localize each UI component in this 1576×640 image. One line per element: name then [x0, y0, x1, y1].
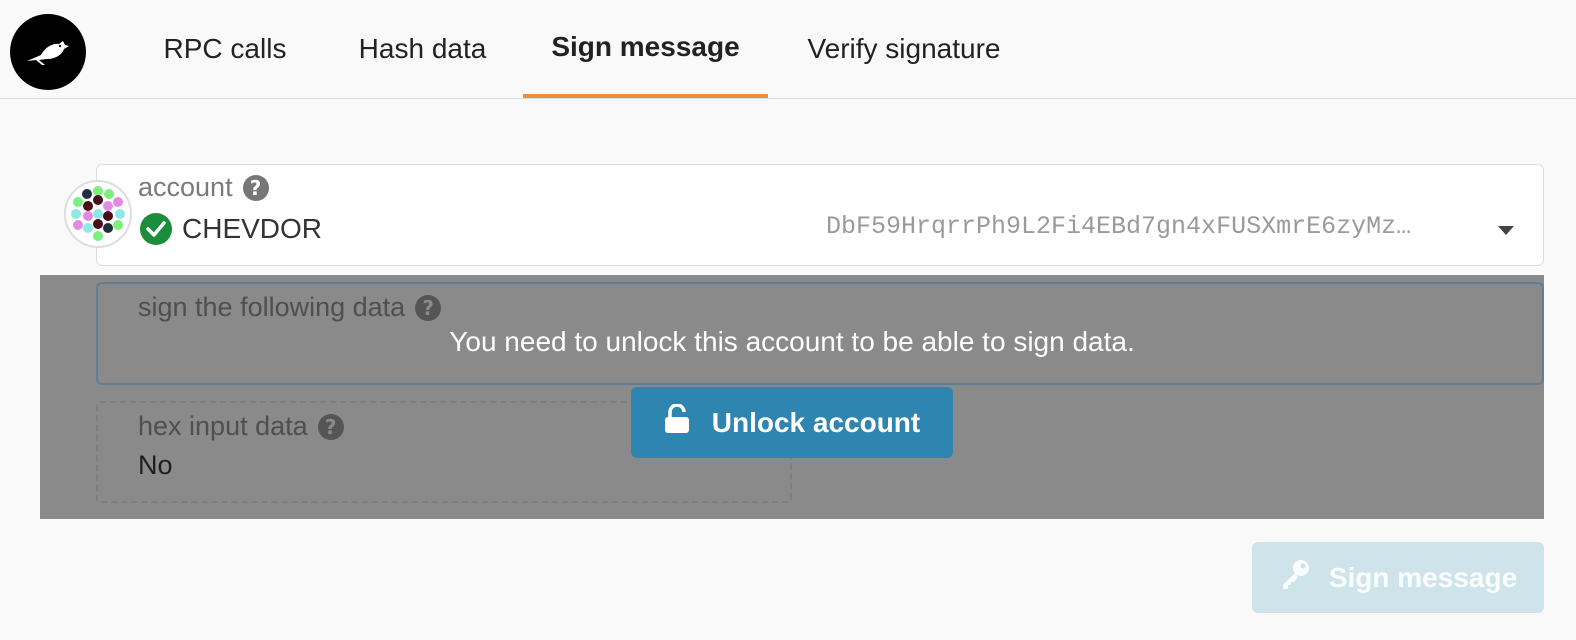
- hex-input-label-text: hex input data: [138, 411, 308, 441]
- check-circle-icon: [140, 213, 172, 245]
- question-circle-icon: ?: [317, 413, 344, 440]
- question-circle-icon: ?: [415, 294, 442, 321]
- account-label-text: account: [138, 172, 233, 202]
- sign-data-label-text: sign the following data: [138, 292, 406, 322]
- sign-data-label: sign the following data ?: [138, 292, 442, 323]
- account-name: CHEVDOR: [140, 211, 322, 247]
- hex-input-label: hex input data ?: [138, 411, 344, 442]
- tab-hash-data[interactable]: Hash data: [340, 0, 505, 98]
- sign-message-button[interactable]: Sign message: [1252, 542, 1544, 613]
- caret-down-icon[interactable]: [1498, 226, 1514, 235]
- tab-rpc-calls[interactable]: RPC calls: [145, 0, 305, 98]
- tab-sign-message[interactable]: Sign message: [523, 0, 768, 98]
- account-avatar: [64, 180, 132, 248]
- top-nav: RPC calls Hash data Sign message Verify …: [0, 0, 1576, 99]
- key-icon: [1279, 558, 1311, 597]
- account-label: account ?: [138, 172, 269, 203]
- unlock-message: You need to unlock this account to be ab…: [449, 326, 1135, 357]
- hex-input-value: No: [138, 450, 173, 480]
- unlock-account-label: Unlock account: [711, 406, 921, 438]
- tab-verify-signature[interactable]: Verify signature: [790, 0, 1018, 98]
- unlock-icon: [664, 403, 690, 441]
- bird-logo-icon[interactable]: [10, 14, 86, 90]
- account-name-text: CHEVDOR: [182, 213, 323, 244]
- question-circle-icon[interactable]: ?: [242, 174, 269, 201]
- unlock-account-button[interactable]: Unlock account: [631, 387, 953, 458]
- sign-message-label: Sign message: [1328, 561, 1518, 593]
- account-address: DbF59HrqrrPh9L2Fi4EBd7gn4xFUSXmrE6zyMz…: [826, 212, 1412, 241]
